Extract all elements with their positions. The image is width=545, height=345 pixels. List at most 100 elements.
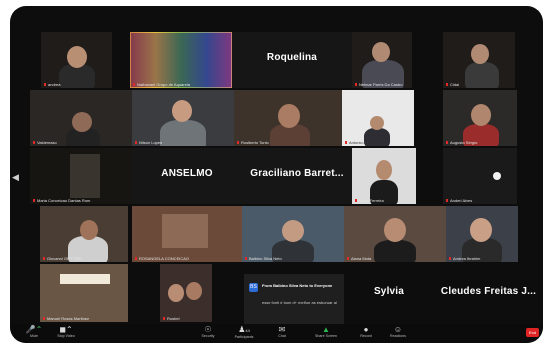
mic-muted-icon bbox=[446, 141, 448, 145]
lamp-light bbox=[493, 172, 501, 180]
participant-face bbox=[376, 160, 392, 180]
participant-tile[interactable]: Sylvia bbox=[344, 264, 434, 322]
participant-name: Alana Mota bbox=[347, 256, 371, 261]
stop-video-button[interactable]: ◼⌃ Stop Video bbox=[46, 325, 86, 342]
participant-body bbox=[465, 62, 499, 88]
participant-name-text: Valdemaso bbox=[37, 140, 57, 145]
participant-name-text: Carla Ferreira bbox=[359, 198, 384, 203]
participant-face bbox=[471, 44, 489, 64]
participant-tile[interactable]: Graciliano Barret... bbox=[242, 148, 352, 204]
participant-name-text: Anderi Alves bbox=[450, 198, 473, 203]
mic-muted-icon bbox=[237, 141, 239, 145]
participant-name: Antonio Araujo bbox=[345, 140, 375, 145]
mic-muted-icon bbox=[163, 317, 165, 321]
reactions-icon: ☺ bbox=[393, 325, 403, 334]
participant-tile[interactable]: Antonio Araujo bbox=[342, 90, 414, 146]
participant-face bbox=[172, 100, 192, 122]
participant-name-text: andrea bbox=[48, 82, 61, 87]
participant-tile[interactable]: Nelmar Parris Da Castro bbox=[352, 32, 412, 88]
reactions-label: Reactions bbox=[390, 334, 406, 338]
participant-name-text: Balbino Silva Neto bbox=[249, 256, 282, 261]
participant-tile[interactable]: Nilson Lopes bbox=[132, 90, 234, 146]
participant-tile[interactable]: Valdemaso bbox=[30, 90, 132, 146]
participant-name: Rosiberto Tonio bbox=[237, 140, 269, 145]
participants-icon: ♟44 bbox=[238, 325, 250, 334]
participant-tile[interactable]: Augusto Sérgio bbox=[443, 90, 517, 146]
chat-notification[interactable]: BS From Balbino Silva Neto to Everyone e… bbox=[244, 274, 344, 330]
mic-muted-icon bbox=[43, 317, 45, 321]
video-icon: ◼⌃ bbox=[59, 325, 73, 334]
participant-tile[interactable]: Roquelina bbox=[232, 32, 352, 88]
participant-tile[interactable]: Rosbel bbox=[160, 264, 212, 322]
chat-icon: ✉ bbox=[278, 325, 286, 334]
reactions-button[interactable]: ☺ Reactions bbox=[378, 325, 418, 342]
participant-tile[interactable]: Cleudes Freitas J... bbox=[434, 264, 543, 322]
participant-tile[interactable]: ANSELMO bbox=[132, 148, 242, 204]
participant-name: Andrea Ibrahim bbox=[449, 256, 480, 261]
participant-name-text: ROSANGELA CONCEICAO bbox=[139, 256, 190, 261]
participant-name: Valdemaso bbox=[33, 140, 57, 145]
participant-name-large: Roquelina bbox=[266, 52, 318, 63]
mic-muted-icon bbox=[135, 257, 137, 261]
participant-name: Nilson Lopes bbox=[135, 140, 162, 145]
share-screen-button[interactable]: ▲ Share Screen bbox=[306, 325, 346, 342]
participant-name: Anderi Alves bbox=[446, 198, 472, 203]
mic-muted-icon bbox=[135, 141, 137, 145]
ceiling-light bbox=[60, 274, 110, 284]
participants-count: 44 bbox=[245, 328, 250, 333]
participant-name: Augusto Sérgio bbox=[446, 140, 477, 145]
security-button[interactable]: ☉ Security bbox=[188, 325, 228, 342]
participant-face bbox=[372, 42, 390, 62]
mic-muted-icon bbox=[355, 83, 357, 87]
participant-face bbox=[186, 282, 202, 300]
participant-name-large: Cleudes Freitas J... bbox=[440, 286, 537, 297]
participant-tile[interactable]: andrea bbox=[41, 32, 112, 88]
participant-name-text: Rosiberto Tonio bbox=[241, 140, 269, 145]
share-screen-icon: ▲ bbox=[322, 325, 330, 334]
participant-face bbox=[168, 284, 184, 302]
chat-label: Chat bbox=[278, 334, 286, 338]
participant-name: andrea bbox=[44, 82, 60, 87]
participant-face bbox=[80, 220, 98, 240]
participant-tile[interactable]: Giovanni GRTTERL bbox=[40, 206, 128, 262]
participant-name-large: ANSELMO bbox=[161, 168, 213, 179]
chat-button[interactable]: ✉ Chat bbox=[262, 325, 302, 342]
participant-tile[interactable]: Andrea Ibrahim bbox=[446, 206, 518, 262]
participant-tile[interactable]: Rosiberto Tonio bbox=[234, 90, 342, 146]
end-meeting-button[interactable]: End bbox=[526, 328, 539, 337]
participant-tile[interactable]: Cidal bbox=[443, 32, 515, 88]
participant-name: Giovanni GRTTERL bbox=[43, 256, 83, 261]
mic-muted-icon bbox=[33, 141, 35, 145]
previous-page-arrow[interactable]: ◀ bbox=[12, 172, 19, 183]
participant-tile[interactable]: Carla Ferreira bbox=[352, 148, 416, 204]
mic-muted-icon bbox=[133, 83, 135, 87]
participant-name: Carla Ferreira bbox=[355, 198, 384, 203]
mic-muted-icon bbox=[446, 83, 448, 87]
participants-button[interactable]: ♟44 Participants bbox=[224, 325, 264, 342]
stop-video-label: Stop Video bbox=[57, 334, 75, 338]
mic-muted-icon bbox=[355, 199, 357, 203]
meeting-toolbar: 🎤⌃ Mute ◼⌃ Stop Video ☉ Security ♟44 Par… bbox=[10, 324, 543, 343]
participant-face bbox=[72, 112, 92, 132]
participant-tile[interactable]: Manuel Rosas Martinez bbox=[40, 264, 128, 322]
participant-name-text: Maria Conceicao Dantas Rom bbox=[37, 198, 91, 203]
participant-name-text: Nelmar Parris Da Castro bbox=[359, 82, 403, 87]
participants-label: Participants bbox=[234, 335, 254, 339]
participant-tile[interactable]: Balbino Silva Neto bbox=[242, 206, 344, 262]
share-screen-label: Share Screen bbox=[315, 334, 337, 338]
participant-name-large: Graciliano Barret... bbox=[250, 168, 344, 179]
mic-muted-icon bbox=[44, 83, 46, 87]
participant-tile[interactable]: ROSANGELA CONCEICAO bbox=[132, 206, 242, 262]
participant-tile[interactable]: Maria Conceicao Dantas Rom bbox=[30, 148, 132, 204]
gallery-grid: andrea Nathanael Grupo de Aquarela Roque… bbox=[10, 6, 543, 330]
participant-tile[interactable]: Alana Mota bbox=[344, 206, 446, 262]
participant-tile[interactable]: Nathanael Grupo de Aquarela bbox=[130, 32, 232, 88]
shield-icon: ☉ bbox=[204, 325, 212, 334]
mic-muted-icon bbox=[347, 257, 349, 261]
participant-name: Nathanael Grupo de Aquarela bbox=[133, 82, 190, 87]
participant-face bbox=[370, 116, 384, 130]
participant-name-text: Antonio Araujo bbox=[349, 140, 376, 145]
participant-face bbox=[282, 220, 304, 242]
participant-tile[interactable]: Anderi Alves bbox=[443, 148, 517, 204]
chat-message: esse fonti é bom d+ melhor as esboroar a… bbox=[262, 300, 337, 305]
